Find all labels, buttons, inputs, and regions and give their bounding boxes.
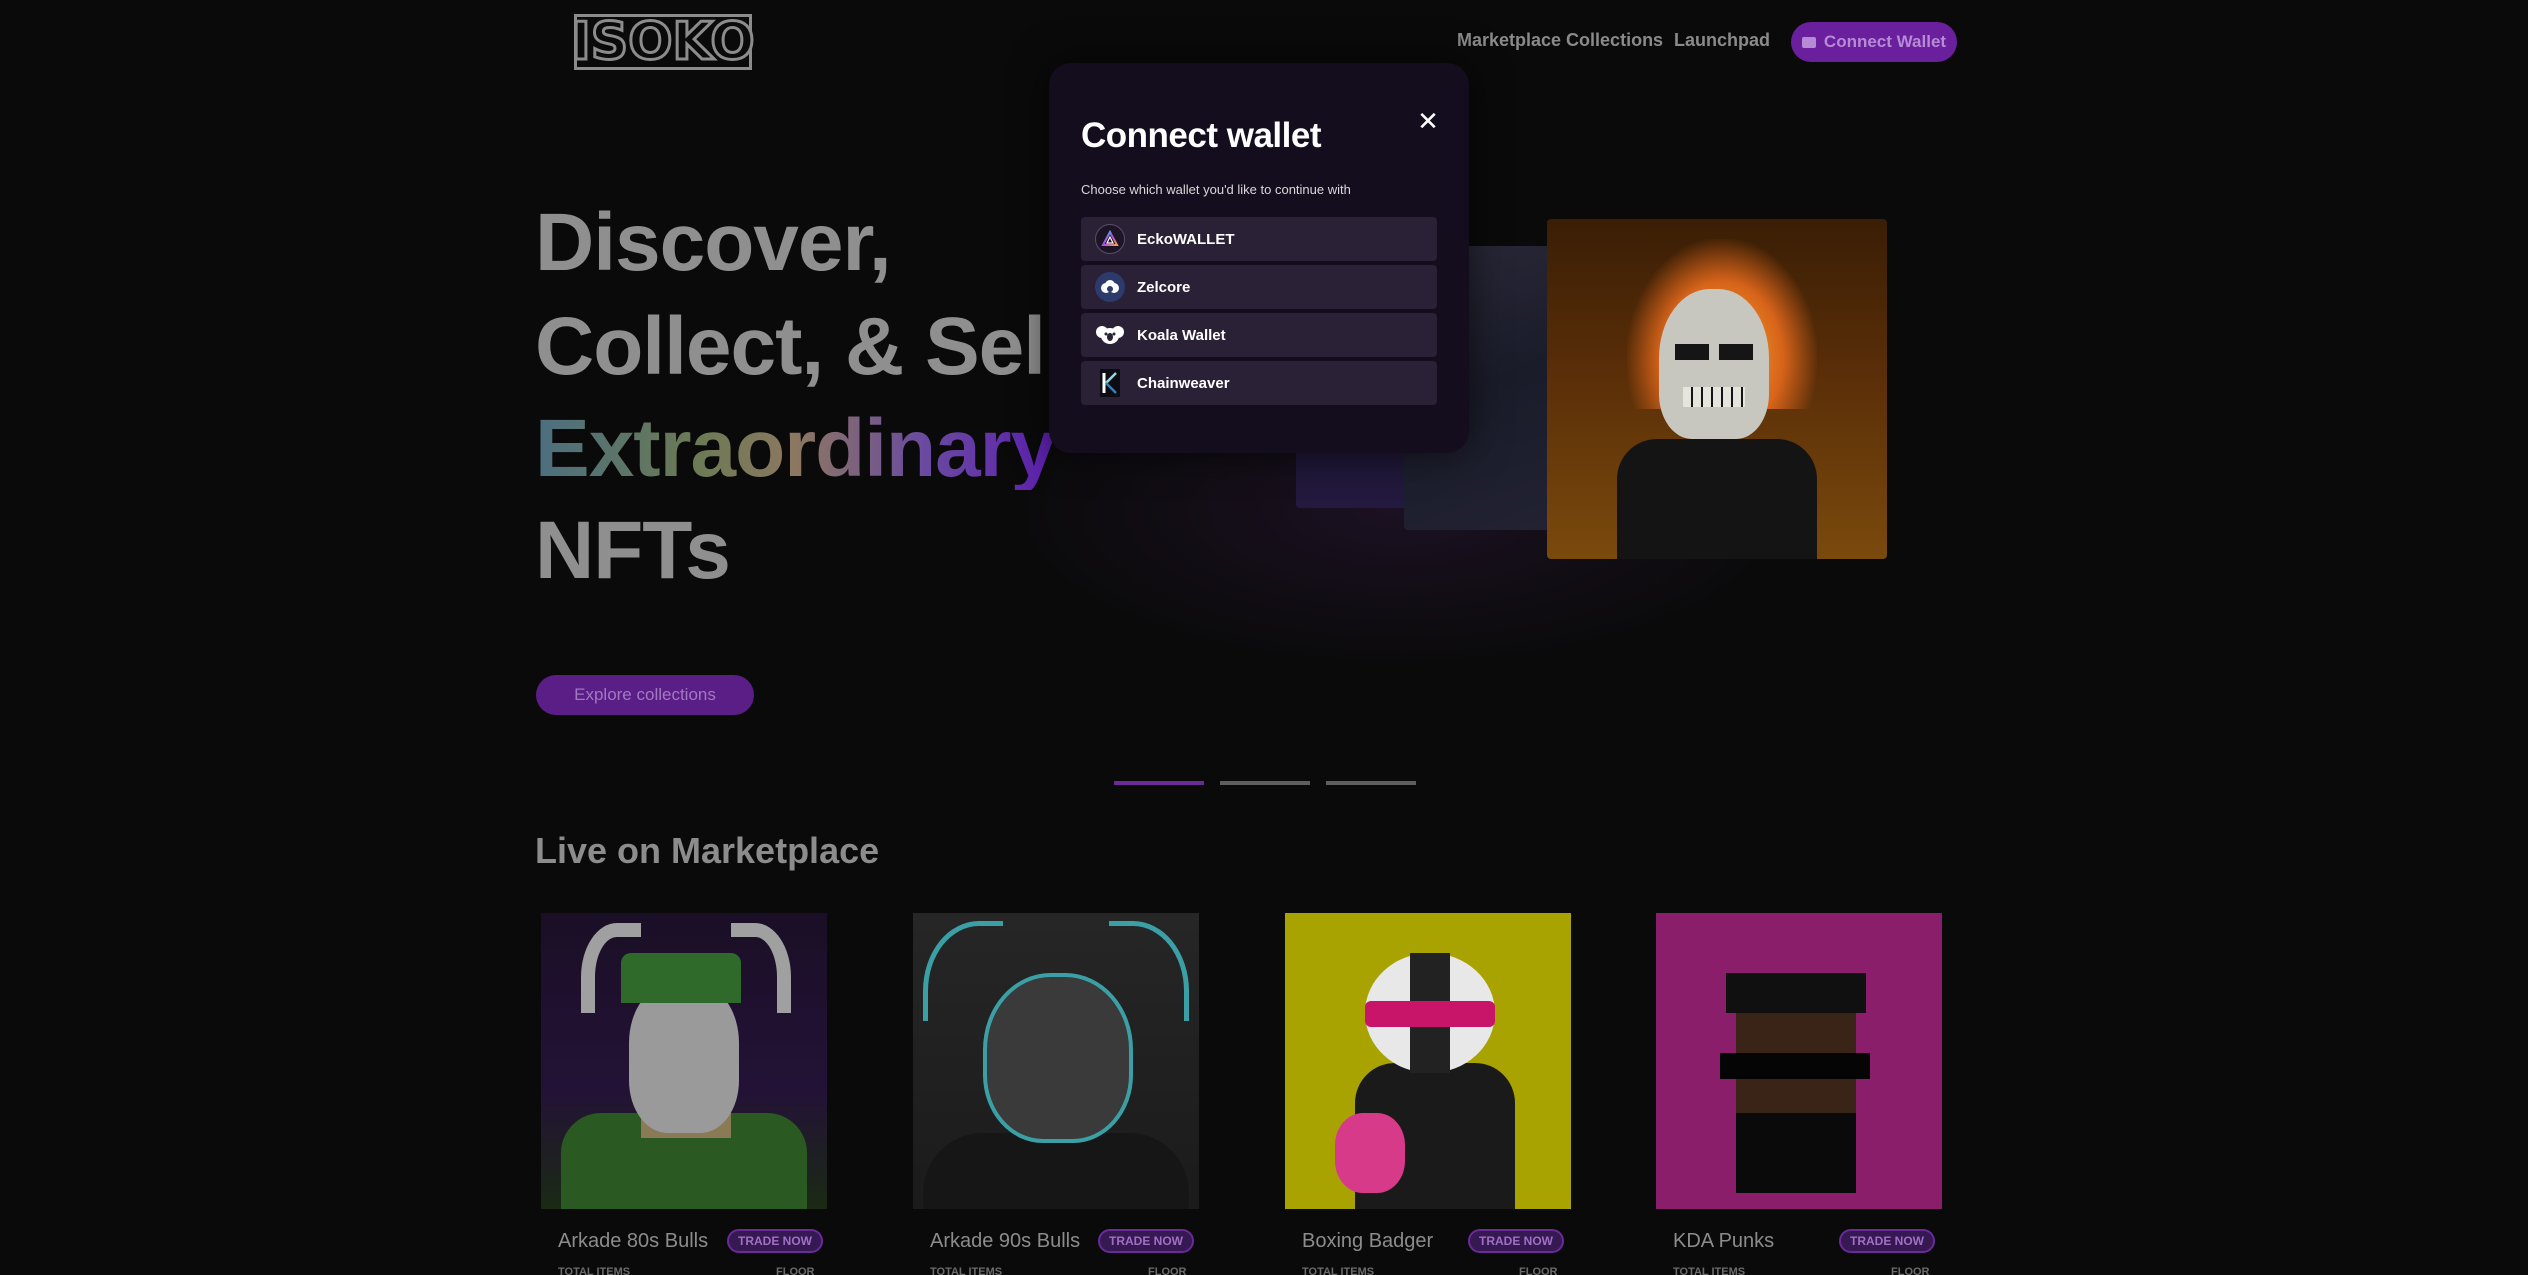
wallet-name: Zelcore — [1137, 278, 1191, 296]
isoko-logo[interactable]: ISOKO — [570, 12, 756, 72]
collection-name[interactable]: Arkade 90s Bulls — [930, 1230, 1080, 1253]
wallet-option-chainweaver[interactable]: Chainweaver — [1081, 361, 1437, 405]
wallet-name: EckoWALLET — [1137, 230, 1235, 248]
collection-image — [1656, 913, 1942, 1209]
wallet-name: Chainweaver — [1137, 374, 1230, 392]
floor-label: FLOOR — [1148, 1266, 1187, 1275]
collection-card-arkade-90s-bulls[interactable] — [913, 913, 1199, 1209]
nav-marketplace-collections[interactable]: Marketplace Collections — [1457, 30, 1663, 51]
bull-head — [629, 983, 739, 1133]
connect-wallet-button[interactable]: Connect Wallet — [1791, 22, 1957, 62]
jacket-shape — [1617, 439, 1817, 559]
skull-eye-right — [1719, 344, 1753, 360]
collection-image — [1285, 913, 1571, 1209]
skull-eye-left — [1675, 344, 1709, 360]
collection-card-arkade-80s-bulls[interactable] — [541, 913, 827, 1209]
collection-card-kda-punks[interactable] — [1656, 913, 1942, 1209]
wallet-option-eckowallet[interactable]: EckoWALLET — [1081, 217, 1437, 261]
collection-name[interactable]: Boxing Badger — [1302, 1230, 1433, 1253]
cap-shape — [621, 953, 741, 1003]
trade-now-badge[interactable]: TRADE NOW — [727, 1229, 823, 1253]
skull-shape — [1659, 289, 1769, 439]
bull-head — [983, 973, 1133, 1143]
trade-now-badge[interactable]: TRADE NOW — [1468, 1229, 1564, 1253]
collection-image — [541, 913, 827, 1209]
hero-heading-line-4: NFTs — [535, 505, 731, 596]
collection-card-boxing-badger[interactable] — [1285, 913, 1571, 1209]
floor-label: FLOOR — [776, 1266, 815, 1275]
modal-subtitle: Choose which wallet you'd like to contin… — [1081, 182, 1351, 197]
modal-title: Connect wallet — [1081, 116, 1321, 155]
skull-teeth — [1683, 387, 1745, 407]
wallet-icon — [1801, 36, 1816, 48]
carousel-indicator-2[interactable] — [1220, 781, 1310, 785]
live-on-marketplace-title: Live on Marketplace — [535, 830, 880, 871]
koala-wallet-icon — [1095, 320, 1125, 350]
collection-name[interactable]: KDA Punks — [1673, 1230, 1774, 1253]
explore-collections-button[interactable]: Explore collections — [536, 675, 754, 715]
connect-wallet-label: Connect Wallet — [1823, 32, 1947, 51]
total-items-label: TOTAL ITEMS — [1302, 1266, 1375, 1275]
punk-beard — [1736, 1113, 1856, 1193]
hero-heading-line-2: Collect, & Sell — [535, 301, 1068, 392]
floor-label: FLOOR — [1519, 1266, 1558, 1275]
carousel-indicator-3[interactable] — [1326, 781, 1416, 785]
zelcore-icon — [1095, 272, 1125, 302]
collection-name[interactable]: Arkade 80s Bulls — [558, 1230, 708, 1253]
trade-now-badge[interactable]: TRADE NOW — [1098, 1229, 1194, 1253]
hero-nft-image-flaming-skull — [1547, 219, 1887, 559]
trade-now-badge[interactable]: TRADE NOW — [1839, 1229, 1935, 1253]
wallet-option-koala-wallet[interactable]: Koala Wallet — [1081, 313, 1437, 357]
ecko-wallet-icon — [1095, 224, 1125, 254]
hero-heading-line-3: Extraordinary — [535, 403, 1056, 494]
floor-label: FLOOR — [1891, 1266, 1930, 1275]
hero-heading-line-1: Discover, — [535, 197, 892, 288]
punk-hair — [1726, 973, 1866, 1013]
total-items-label: TOTAL ITEMS — [1673, 1266, 1746, 1275]
total-items-label: TOTAL ITEMS — [930, 1266, 1003, 1275]
tshirt-shape — [923, 1133, 1189, 1209]
total-items-label: TOTAL ITEMS — [558, 1266, 631, 1275]
wallet-name: Koala Wallet — [1137, 326, 1226, 344]
collection-image — [913, 913, 1199, 1209]
punk-glasses — [1720, 1053, 1870, 1079]
shutter-shades — [1365, 1001, 1495, 1027]
boxing-glove — [1335, 1113, 1405, 1193]
nav-launchpad[interactable]: Launchpad — [1674, 30, 1770, 51]
carousel-indicator-1[interactable] — [1114, 781, 1204, 785]
wallet-option-zelcore[interactable]: Zelcore — [1081, 265, 1437, 309]
chainweaver-icon — [1095, 368, 1125, 398]
connect-wallet-modal: Connect wallet ✕ Choose which wallet you… — [1049, 63, 1469, 453]
horn-left — [923, 921, 1003, 1021]
close-icon[interactable]: ✕ — [1415, 108, 1441, 134]
logo-text: ISOKO — [570, 12, 756, 72]
